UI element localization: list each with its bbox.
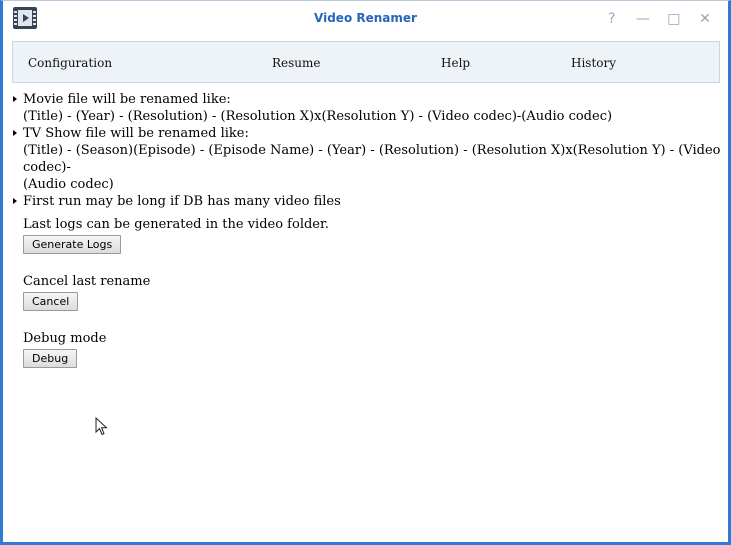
menu-item-help[interactable]: Help (441, 56, 470, 70)
list-item: First run may be long if DB has many vid… (12, 193, 722, 210)
tv-pattern-line2: (Audio codec) (23, 177, 114, 192)
movie-label: Movie file will be renamed like: (23, 92, 231, 107)
app-window: Video Renamer ? — □ ✕ Configuration Resu… (0, 0, 731, 545)
menu-bar: Configuration Resume Help History (12, 41, 720, 83)
bullet-icon (13, 198, 17, 204)
bullet-icon (13, 130, 17, 136)
tv-label: TV Show file will be renamed like: (23, 126, 249, 141)
debug-section: Debug mode Debug (23, 331, 106, 368)
help-icon[interactable]: ? (599, 11, 625, 27)
cancel-button[interactable]: Cancel (23, 292, 79, 311)
debug-label: Debug mode (23, 331, 107, 346)
bullet-icon (13, 96, 17, 102)
list-item: TV Show file will be renamed like: (12, 125, 722, 142)
first-run-note: First run may be long if DB has many vid… (23, 194, 341, 209)
menu-item-configuration[interactable]: Configuration (28, 56, 112, 70)
mouse-cursor-icon (95, 417, 108, 436)
menu-item-resume[interactable]: Resume (272, 56, 321, 70)
info-panel: Movie file will be renamed like: (Title)… (12, 91, 722, 210)
cancel-section: Cancel last rename Cancel (23, 274, 150, 311)
logs-label: Last logs can be generated in the video … (23, 217, 329, 232)
list-item: Movie file will be renamed like: (12, 91, 722, 108)
maximize-icon[interactable]: □ (661, 11, 687, 27)
cancel-label: Cancel last rename (23, 274, 151, 289)
menu-item-history[interactable]: History (571, 56, 616, 70)
title-bar: Video Renamer ? — □ ✕ (3, 1, 728, 37)
debug-button[interactable]: Debug (23, 349, 78, 368)
close-icon[interactable]: ✕ (692, 11, 718, 27)
window-controls: ? — □ ✕ (599, 8, 718, 28)
tv-pattern-line1: (Title) - (Season)(Episode) - (Episode N… (23, 143, 721, 175)
movie-pattern: (Title) - (Year) - (Resolution) - (Resol… (23, 109, 613, 124)
logs-section: Last logs can be generated in the video … (23, 217, 329, 254)
minimize-icon[interactable]: — (630, 11, 656, 27)
generate-logs-button[interactable]: Generate Logs (23, 235, 122, 254)
